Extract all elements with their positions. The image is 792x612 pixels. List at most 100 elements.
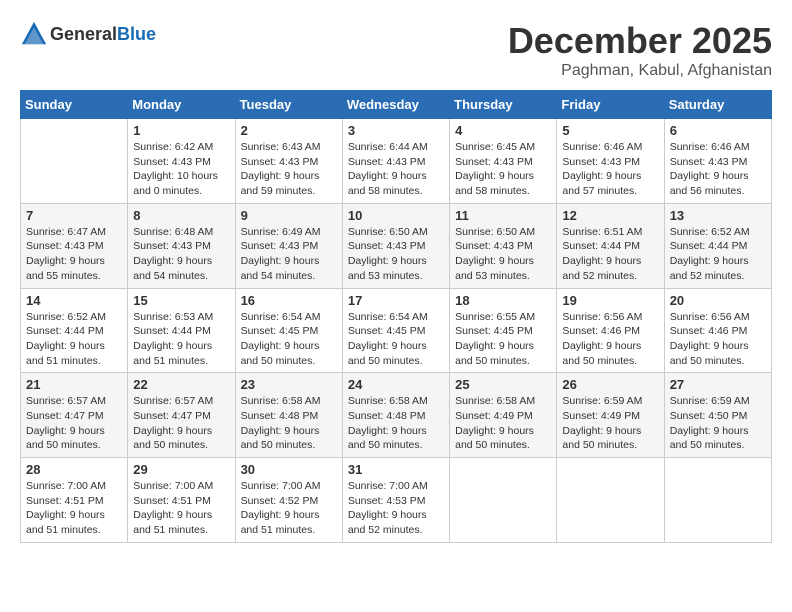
day-number: 23	[241, 377, 337, 392]
day-info: Sunrise: 7:00 AMSunset: 4:51 PMDaylight:…	[26, 479, 122, 538]
day-number: 28	[26, 462, 122, 477]
week-row-5: 28 Sunrise: 7:00 AMSunset: 4:51 PMDayligh…	[21, 458, 772, 543]
day-number: 24	[348, 377, 444, 392]
calendar-cell: 14 Sunrise: 6:52 AMSunset: 4:44 PMDayligh…	[21, 288, 128, 373]
day-number: 10	[348, 208, 444, 223]
weekday-header-friday: Friday	[557, 91, 664, 119]
calendar-cell: 4 Sunrise: 6:45 AMSunset: 4:43 PMDaylight…	[450, 119, 557, 204]
day-number: 29	[133, 462, 229, 477]
day-number: 26	[562, 377, 658, 392]
day-number: 1	[133, 123, 229, 138]
day-number: 21	[26, 377, 122, 392]
calendar-cell: 28 Sunrise: 7:00 AMSunset: 4:51 PMDayligh…	[21, 458, 128, 543]
day-number: 20	[670, 293, 766, 308]
day-number: 11	[455, 208, 551, 223]
weekday-header-row: SundayMondayTuesdayWednesdayThursdayFrid…	[21, 91, 772, 119]
day-info: Sunrise: 6:59 AMSunset: 4:49 PMDaylight:…	[562, 394, 658, 453]
calendar-cell: 18 Sunrise: 6:55 AMSunset: 4:45 PMDayligh…	[450, 288, 557, 373]
calendar-cell: 5Sunrise: 6:46 AMSunset: 4:43 PMDaylight…	[557, 119, 664, 204]
calendar-cell: 3 Sunrise: 6:44 AMSunset: 4:43 PMDaylight…	[342, 119, 449, 204]
day-number: 27	[670, 377, 766, 392]
weekday-header-thursday: Thursday	[450, 91, 557, 119]
day-info: Sunrise: 7:00 AMSunset: 4:51 PMDaylight:…	[133, 479, 229, 538]
day-number: 15	[133, 293, 229, 308]
calendar-cell: 17Sunrise: 6:54 AMSunset: 4:45 PMDayligh…	[342, 288, 449, 373]
day-info: Sunrise: 6:58 AMSunset: 4:49 PMDaylight:…	[455, 394, 551, 453]
day-number: 12	[562, 208, 658, 223]
calendar-cell: 19 Sunrise: 6:56 AMSunset: 4:46 PMDayligh…	[557, 288, 664, 373]
day-info: Sunrise: 6:43 AMSunset: 4:43 PMDaylight:…	[241, 140, 337, 199]
logo-text-blue: Blue	[117, 24, 156, 44]
day-info: Sunrise: 6:49 AMSunset: 4:43 PMDaylight:…	[241, 225, 337, 284]
location-subtitle: Paghman, Kabul, Afghanistan	[508, 62, 772, 80]
logo: GeneralBlue	[20, 20, 156, 48]
day-info: Sunrise: 7:00 AMSunset: 4:53 PMDaylight:…	[348, 479, 444, 538]
calendar-cell: 6Sunrise: 6:46 AMSunset: 4:43 PMDaylight…	[664, 119, 771, 204]
day-number: 5	[562, 123, 658, 138]
day-info: Sunrise: 6:50 AMSunset: 4:43 PMDaylight:…	[348, 225, 444, 284]
day-info: Sunrise: 6:47 AMSunset: 4:43 PMDaylight:…	[26, 225, 122, 284]
calendar-cell: 9 Sunrise: 6:49 AMSunset: 4:43 PMDaylight…	[235, 203, 342, 288]
day-info: Sunrise: 6:55 AMSunset: 4:45 PMDaylight:…	[455, 310, 551, 369]
weekday-header-saturday: Saturday	[664, 91, 771, 119]
calendar-cell: 23 Sunrise: 6:58 AMSunset: 4:48 PMDayligh…	[235, 373, 342, 458]
day-number: 6	[670, 123, 766, 138]
day-number: 22	[133, 377, 229, 392]
calendar-cell: 27 Sunrise: 6:59 AMSunset: 4:50 PMDayligh…	[664, 373, 771, 458]
day-info: Sunrise: 6:51 AMSunset: 4:44 PMDaylight:…	[562, 225, 658, 284]
day-number: 8	[133, 208, 229, 223]
day-number: 18	[455, 293, 551, 308]
logo-icon	[20, 20, 48, 48]
calendar-cell: 24 Sunrise: 6:58 AMSunset: 4:48 PMDayligh…	[342, 373, 449, 458]
day-info: Sunrise: 7:00 AMSunset: 4:52 PMDaylight:…	[241, 479, 337, 538]
calendar-table: SundayMondayTuesdayWednesdayThursdayFrid…	[20, 90, 772, 543]
day-info: Sunrise: 6:52 AMSunset: 4:44 PMDaylight:…	[670, 225, 766, 284]
calendar-cell: 13 Sunrise: 6:52 AMSunset: 4:44 PMDayligh…	[664, 203, 771, 288]
calendar-cell: 25 Sunrise: 6:58 AMSunset: 4:49 PMDayligh…	[450, 373, 557, 458]
calendar-cell: 22Sunrise: 6:57 AMSunset: 4:47 PMDayligh…	[128, 373, 235, 458]
day-number: 9	[241, 208, 337, 223]
day-info: Sunrise: 6:44 AMSunset: 4:43 PMDaylight:…	[348, 140, 444, 199]
calendar-cell: 15 Sunrise: 6:53 AMSunset: 4:44 PMDayligh…	[128, 288, 235, 373]
week-row-1: 1Sunrise: 6:42 AMSunset: 4:43 PMDaylight…	[21, 119, 772, 204]
day-info: Sunrise: 6:52 AMSunset: 4:44 PMDaylight:…	[26, 310, 122, 369]
week-row-4: 21 Sunrise: 6:57 AMSunset: 4:47 PMDayligh…	[21, 373, 772, 458]
day-info: Sunrise: 6:57 AMSunset: 4:47 PMDaylight:…	[26, 394, 122, 453]
weekday-header-sunday: Sunday	[21, 91, 128, 119]
day-info: Sunrise: 6:56 AMSunset: 4:46 PMDaylight:…	[562, 310, 658, 369]
day-number: 3	[348, 123, 444, 138]
day-number: 30	[241, 462, 337, 477]
day-number: 2	[241, 123, 337, 138]
calendar-cell: 30 Sunrise: 7:00 AMSunset: 4:52 PMDayligh…	[235, 458, 342, 543]
logo-text-general: General	[50, 24, 117, 44]
day-info: Sunrise: 6:53 AMSunset: 4:44 PMDaylight:…	[133, 310, 229, 369]
day-info: Sunrise: 6:45 AMSunset: 4:43 PMDaylight:…	[455, 140, 551, 199]
calendar-cell	[450, 458, 557, 543]
calendar-cell: 16Sunrise: 6:54 AMSunset: 4:45 PMDayligh…	[235, 288, 342, 373]
calendar-cell: 20 Sunrise: 6:56 AMSunset: 4:46 PMDayligh…	[664, 288, 771, 373]
calendar-cell: 8 Sunrise: 6:48 AMSunset: 4:43 PMDaylight…	[128, 203, 235, 288]
weekday-header-wednesday: Wednesday	[342, 91, 449, 119]
day-number: 25	[455, 377, 551, 392]
day-info: Sunrise: 6:59 AMSunset: 4:50 PMDaylight:…	[670, 394, 766, 453]
calendar-cell	[664, 458, 771, 543]
calendar-cell: 7 Sunrise: 6:47 AMSunset: 4:43 PMDaylight…	[21, 203, 128, 288]
calendar-cell: 31Sunrise: 7:00 AMSunset: 4:53 PMDayligh…	[342, 458, 449, 543]
calendar-cell: 21 Sunrise: 6:57 AMSunset: 4:47 PMDayligh…	[21, 373, 128, 458]
title-block: December 2025 Paghman, Kabul, Afghanista…	[508, 20, 772, 80]
calendar-cell: 29 Sunrise: 7:00 AMSunset: 4:51 PMDayligh…	[128, 458, 235, 543]
day-number: 19	[562, 293, 658, 308]
day-info: Sunrise: 6:58 AMSunset: 4:48 PMDaylight:…	[241, 394, 337, 453]
day-number: 7	[26, 208, 122, 223]
calendar-cell	[21, 119, 128, 204]
day-info: Sunrise: 6:58 AMSunset: 4:48 PMDaylight:…	[348, 394, 444, 453]
day-info: Sunrise: 6:48 AMSunset: 4:43 PMDaylight:…	[133, 225, 229, 284]
calendar-cell: 12 Sunrise: 6:51 AMSunset: 4:44 PMDayligh…	[557, 203, 664, 288]
day-number: 13	[670, 208, 766, 223]
day-number: 4	[455, 123, 551, 138]
day-info: Sunrise: 6:54 AMSunset: 4:45 PMDaylight:…	[241, 310, 337, 369]
day-info: Sunrise: 6:56 AMSunset: 4:46 PMDaylight:…	[670, 310, 766, 369]
page-header: GeneralBlue December 2025 Paghman, Kabul…	[20, 20, 772, 80]
calendar-cell: 10 Sunrise: 6:50 AMSunset: 4:43 PMDayligh…	[342, 203, 449, 288]
day-number: 14	[26, 293, 122, 308]
